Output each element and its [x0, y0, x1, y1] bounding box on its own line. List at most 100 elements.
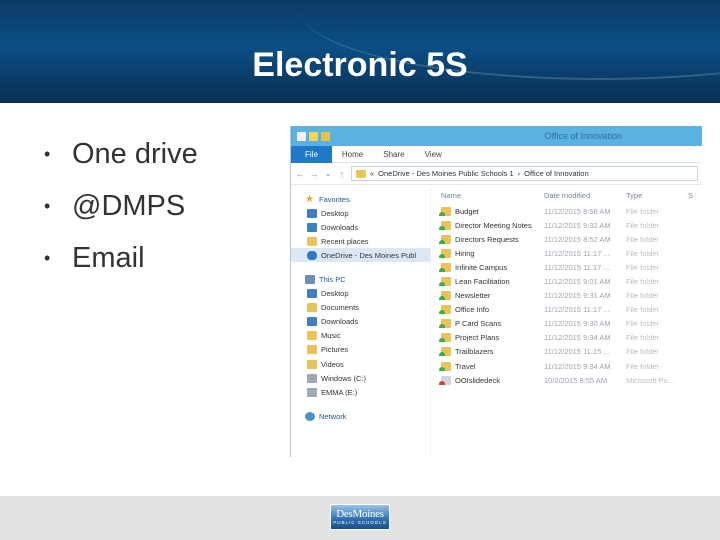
recent-chevron-icon[interactable]: ⌄: [323, 168, 333, 179]
file-name: P Card Scans: [455, 319, 502, 329]
file-type: File folder: [626, 234, 659, 244]
file-date: 11/12/2015 9:34 AM: [544, 361, 611, 371]
file-list: Name Date modified Type S Budget 11/12/20…: [431, 186, 702, 457]
file-type: File folder: [626, 319, 659, 329]
back-arrow-icon[interactable]: ←: [295, 169, 305, 179]
nav-label: EMMA (E:): [321, 387, 358, 397]
logo-subtitle: PUBLIC SCHOOLS: [333, 519, 387, 525]
up-arrow-icon[interactable]: ↑: [337, 169, 347, 179]
file-date: 11/12/2015 8:52 AM: [544, 234, 611, 244]
file-date: 11/12/2015 8:56 AM: [544, 206, 611, 216]
file-date: 11/12/2015 9:01 AM: [544, 277, 611, 287]
computer-icon: [305, 275, 315, 285]
file-type: File folder: [626, 347, 659, 357]
address-prefix: «: [370, 169, 375, 178]
synced-folder-icon: [439, 361, 451, 371]
title-bar: Office of Innovation: [291, 126, 702, 146]
nav-item-onedrive[interactable]: OneDrive - Des Moines Publ: [291, 248, 430, 263]
file-type: File folder: [626, 248, 659, 258]
file-type: Microsoft Po...: [626, 375, 674, 385]
column-header-name[interactable]: Name: [431, 191, 544, 200]
nav-item-videos[interactable]: Videos: [291, 357, 430, 371]
file-row[interactable]: Budget 11/12/2015 8:56 AM File folder: [431, 204, 702, 218]
file-date: 11/12/2015 9:30 AM: [544, 319, 611, 329]
synced-folder-icon: [439, 277, 451, 287]
file-date: 11/12/2015 11:17 ...: [544, 248, 610, 258]
nav-label: Pictures: [321, 345, 349, 355]
file-row[interactable]: Office Info 11/12/2015 11:17 ... File fold…: [431, 303, 702, 317]
nav-item-downloads[interactable]: Downloads: [291, 315, 430, 329]
slide-title: Electronic 5S: [252, 46, 468, 84]
forward-arrow-icon[interactable]: →: [309, 169, 319, 179]
nav-item-recent-places[interactable]: Recent places: [291, 234, 430, 248]
file-name: Hiring: [455, 248, 475, 258]
file-type: File folder: [626, 277, 659, 287]
nav-label: Videos: [321, 359, 344, 369]
file-row[interactable]: Directors Requests 11/12/2015 8:52 AM File…: [431, 232, 702, 246]
nav-favorites[interactable]: ★ Favorites: [291, 192, 430, 206]
desktop-icon: [307, 289, 317, 299]
file-name: Budget: [455, 206, 479, 216]
nav-network[interactable]: Network: [291, 409, 430, 423]
bullet-item: • Email: [44, 232, 198, 284]
file-type: File folder: [626, 262, 659, 272]
file-row[interactable]: Infinite Campus 11/12/2015 11:17 ... File …: [431, 260, 702, 274]
nav-item-downloads[interactable]: Downloads: [291, 220, 430, 234]
address-segment[interactable]: OneDrive - Des Moines Public Schools 1: [378, 169, 513, 178]
file-date: 11/12/2015 9:32 AM: [544, 220, 611, 230]
file-name: Director Meeting Notes: [455, 220, 532, 230]
nav-label: Downloads: [321, 222, 359, 232]
file-type: File folder: [626, 220, 659, 230]
column-headers: Name Date modified Type S: [431, 186, 702, 204]
tab-file[interactable]: File: [291, 145, 332, 163]
file-explorer-window: Office of Innovation File Home Share Vie…: [290, 126, 702, 457]
nav-item-desktop[interactable]: Desktop: [291, 206, 430, 220]
tab-share[interactable]: Share: [373, 146, 414, 163]
nav-item-pictures[interactable]: Pictures: [291, 343, 430, 357]
file-row[interactable]: OOIslidedeck 10/2/2015 8:55 AM Microsoft P…: [431, 373, 702, 387]
file-row[interactable]: Travel 11/12/2015 9:34 AM File folder: [431, 359, 702, 373]
file-row[interactable]: Newsletter 11/12/2015 9:31 AM File folder: [431, 289, 702, 303]
downloads-icon: [307, 222, 317, 232]
file-row[interactable]: Project Plans 11/12/2015 9:34 AM File fold…: [431, 331, 702, 345]
column-header-size[interactable]: S: [688, 191, 698, 200]
nav-item-music[interactable]: Music: [291, 329, 430, 343]
file-row[interactable]: Trailblazers 11/12/2015 11:15 ... File fol…: [431, 345, 702, 359]
file-name: Travel: [455, 361, 476, 371]
nav-item-emma-drive[interactable]: EMMA (E:): [291, 385, 430, 399]
tab-home[interactable]: Home: [332, 146, 373, 163]
address-segment[interactable]: Office of Innovation: [524, 169, 589, 178]
nav-this-pc[interactable]: This PC: [291, 272, 430, 286]
nav-item-documents[interactable]: Documents: [291, 301, 430, 315]
bullet-item: • @DMPS: [44, 180, 198, 232]
file-row[interactable]: Lean Facilitation 11/12/2015 9:01 AM File …: [431, 274, 702, 288]
column-header-type[interactable]: Type: [626, 191, 688, 200]
nav-label: This PC: [319, 275, 346, 285]
synced-folder-icon: [439, 291, 451, 301]
logo-wordmark: DesMoines: [336, 507, 384, 520]
address-separator: ›: [517, 169, 521, 178]
nav-label: Recent places: [321, 236, 369, 246]
column-header-date[interactable]: Date modified: [544, 191, 626, 200]
tab-view[interactable]: View: [415, 146, 452, 163]
bullet-text: @DMPS: [72, 189, 186, 222]
file-date: 11/12/2015 9:31 AM: [544, 291, 611, 301]
ribbon-tabs: File Home Share View: [291, 145, 702, 163]
address-bar[interactable]: « OneDrive - Des Moines Public Schools 1…: [351, 166, 698, 181]
documents-icon: [307, 303, 317, 313]
synced-folder-icon: [439, 220, 451, 230]
file-row[interactable]: Director Meeting Notes 11/12/2015 9:32 AM…: [431, 218, 702, 232]
nav-item-windows-drive[interactable]: Windows (C:): [291, 371, 430, 385]
nav-item-desktop[interactable]: Desktop: [291, 287, 430, 301]
file-name: Directors Requests: [455, 234, 519, 244]
desktop-icon: [307, 208, 317, 218]
file-row[interactable]: P Card Scans 11/12/2015 9:30 AM File folde…: [431, 317, 702, 331]
file-date: 10/2/2015 8:55 AM: [544, 375, 607, 385]
nav-label: Desktop: [321, 289, 349, 299]
file-row[interactable]: Hiring 11/12/2015 11:17 ... File folder: [431, 246, 702, 260]
file-type: File folder: [626, 206, 659, 216]
powerpoint-file-icon: [439, 375, 451, 385]
nav-label: Network: [319, 411, 347, 421]
